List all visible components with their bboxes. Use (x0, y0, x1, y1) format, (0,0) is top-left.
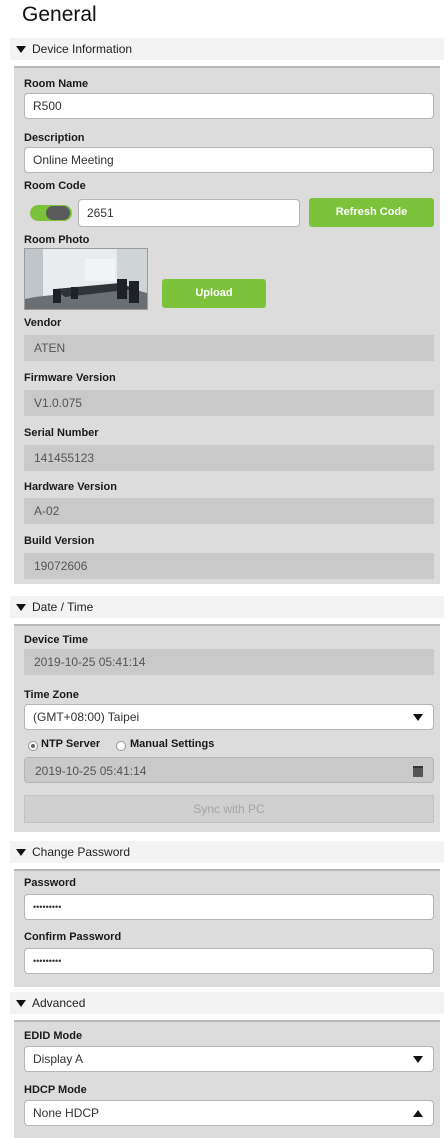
change-password-header-label: Change Password (32, 845, 131, 859)
date-time-header[interactable]: Date / Time (10, 596, 444, 618)
refresh-code-button[interactable]: Refresh Code (309, 198, 434, 227)
hardware-value: A-02 (24, 498, 434, 524)
edid-mode-select[interactable]: Display A (24, 1046, 434, 1072)
hardware-label: Hardware Version (24, 481, 117, 493)
room-name-label: Room Name (24, 78, 89, 90)
calendar-icon (413, 766, 423, 777)
build-value: 19072606 (24, 553, 434, 579)
confirm-password-input[interactable]: ••••••••• (24, 948, 434, 974)
room-code-toggle[interactable] (30, 205, 72, 221)
password-label: Password (24, 877, 76, 889)
device-time-value: 2019-10-25 05:41:14 (24, 649, 434, 675)
hdcp-mode-label: HDCP Mode (24, 1084, 87, 1096)
password-input[interactable]: ••••••••• (24, 894, 434, 920)
description-label: Description (24, 132, 85, 144)
manual-time-field[interactable]: 2019-10-25 05:41:14 (24, 757, 434, 783)
collapse-triangle-icon (16, 603, 26, 611)
manual-label: Manual Settings (130, 738, 215, 750)
serial-value: 141455123 (24, 445, 434, 471)
collapse-triangle-icon (16, 848, 26, 856)
edid-mode-value: Display A (33, 1052, 84, 1066)
time-zone-value: (GMT+08:00) Taipei (33, 710, 140, 724)
change-password-header[interactable]: Change Password (10, 841, 444, 863)
toggle-knob (46, 206, 70, 220)
confirm-password-label: Confirm Password (24, 931, 122, 943)
vendor-label: Vendor (24, 317, 62, 329)
ntp-radio[interactable] (28, 741, 38, 751)
firmware-label: Firmware Version (24, 372, 116, 384)
hdcp-mode-select[interactable]: None HDCP (24, 1100, 434, 1126)
time-zone-label: Time Zone (24, 689, 79, 701)
upload-button[interactable]: Upload (162, 279, 266, 308)
device-info-header[interactable]: Device Information (10, 38, 444, 60)
date-time-header-label: Date / Time (32, 600, 94, 614)
room-code-label: Room Code (24, 180, 86, 192)
chevron-down-icon (413, 714, 423, 721)
vendor-value: ATEN (24, 335, 434, 361)
sync-with-pc-button[interactable]: Sync with PC (24, 795, 434, 823)
room-name-input[interactable]: R500 (24, 93, 434, 119)
description-input[interactable]: Online Meeting (24, 147, 434, 173)
page-title: General (22, 3, 97, 26)
room-photo (24, 248, 148, 310)
manual-time-value: 2019-10-25 05:41:14 (35, 764, 147, 778)
device-time-label: Device Time (24, 634, 89, 646)
ntp-label: NTP Server (41, 738, 101, 750)
firmware-value: V1.0.075 (24, 390, 434, 416)
manual-radio[interactable] (116, 741, 126, 751)
room-photo-label: Room Photo (24, 234, 90, 246)
radio-dot (31, 744, 35, 748)
chevron-up-icon (413, 1110, 423, 1117)
time-zone-select[interactable]: (GMT+08:00) Taipei (24, 704, 434, 730)
advanced-header[interactable]: Advanced (10, 992, 444, 1014)
room-code-input[interactable]: 2651 (78, 199, 300, 227)
chevron-down-icon (413, 1056, 423, 1063)
collapse-triangle-icon (16, 45, 26, 53)
room-photo-image (25, 249, 147, 309)
advanced-header-label: Advanced (32, 996, 86, 1010)
build-label: Build Version (24, 535, 95, 547)
serial-label: Serial Number (24, 427, 99, 439)
device-info-header-label: Device Information (32, 42, 133, 56)
collapse-triangle-icon (16, 999, 26, 1007)
edid-mode-label: EDID Mode (24, 1030, 83, 1042)
hdcp-mode-value: None HDCP (33, 1106, 100, 1120)
